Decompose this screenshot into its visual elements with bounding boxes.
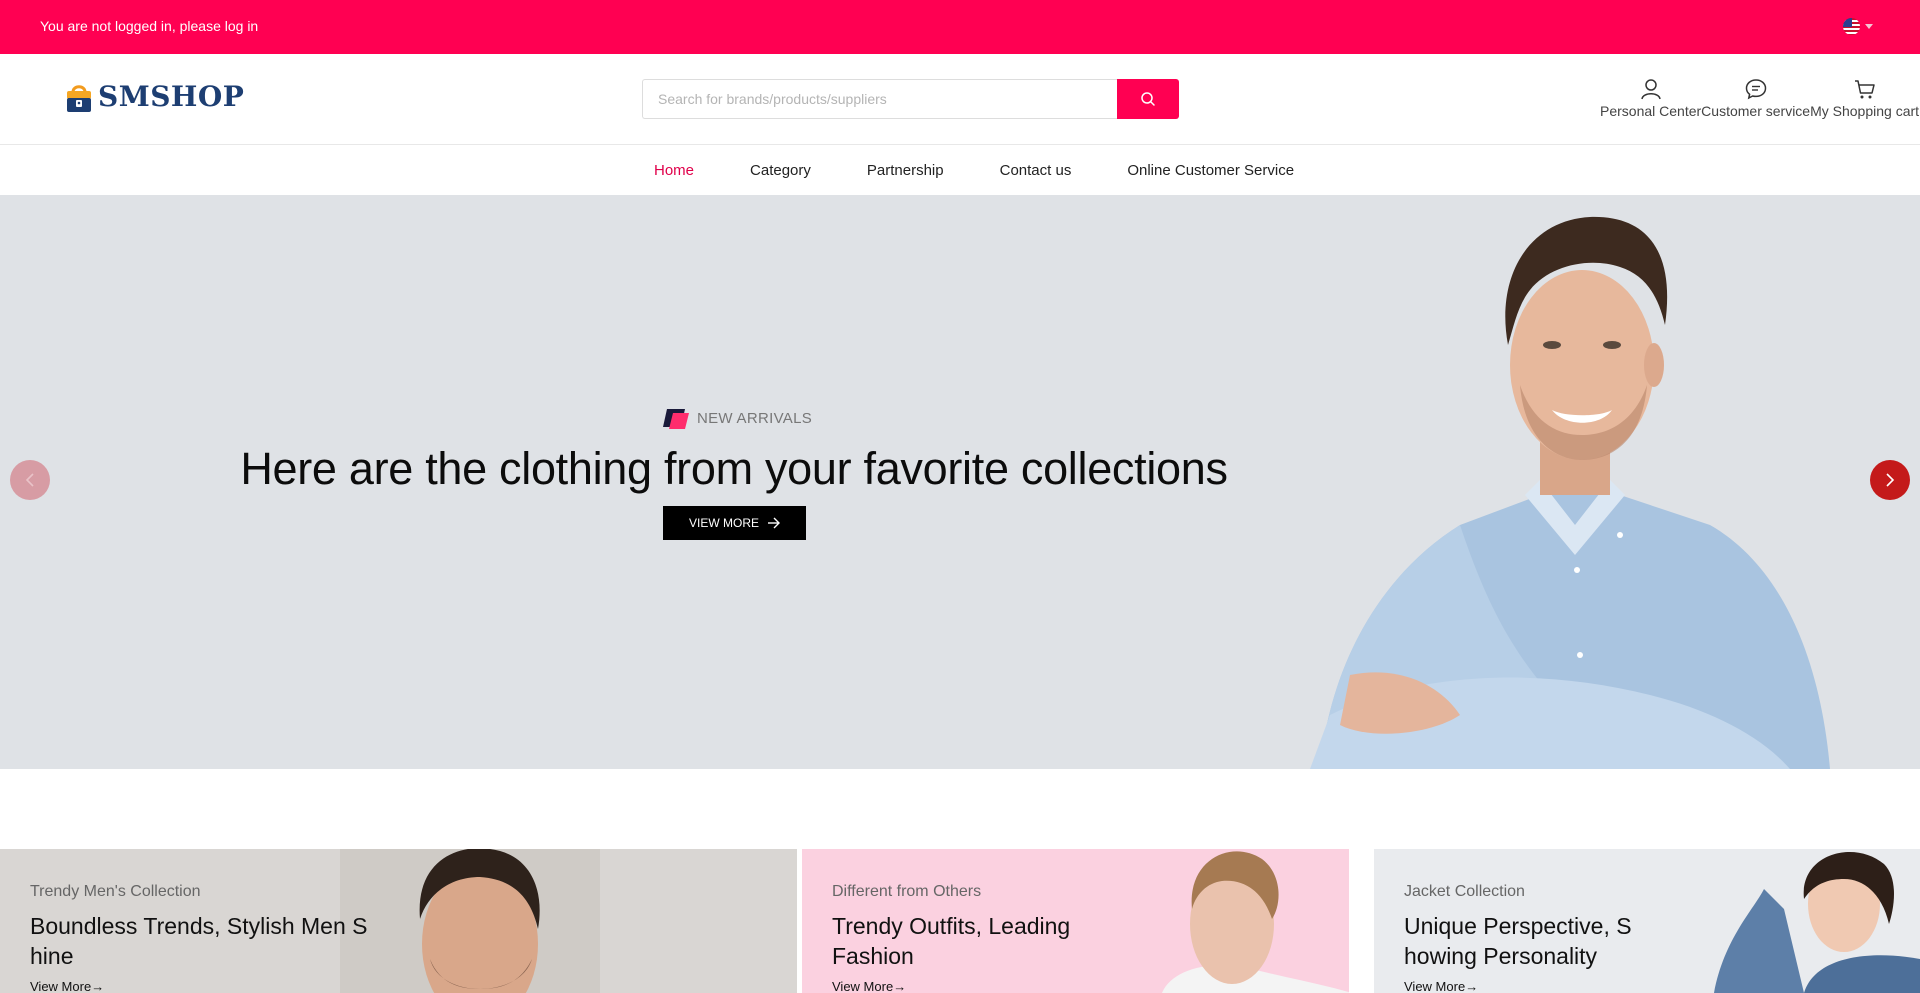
mens-collection-image (340, 849, 600, 993)
card-title: Boundless Trends, Stylish Men S hine (30, 913, 368, 969)
card-subtitle: Different from Others (832, 883, 982, 900)
main-nav: Home Category Partnership Contact us Onl… (0, 146, 1920, 195)
chevron-left-icon (25, 473, 34, 487)
chevron-down-icon (1865, 24, 1873, 29)
top-bar: You are not logged in, please log in (0, 0, 1920, 54)
hero-title: Here are the clothing from your favorite… (240, 443, 1228, 494)
hero-tag-label: NEW ARRIVALS (697, 409, 813, 427)
search-input[interactable] (642, 79, 1117, 119)
personal-center-link[interactable]: Personal Center (1600, 78, 1701, 119)
shopping-cart-label: My Shopping cart (1810, 103, 1920, 119)
cart-icon (1854, 80, 1875, 99)
promo-cards: Trendy Men's Collection Boundless Trends… (0, 849, 1920, 993)
promo-card-mens[interactable]: Trendy Men's Collection Boundless Trends… (0, 849, 797, 993)
customer-service-link[interactable]: Customer service (1701, 78, 1810, 119)
view-more-button[interactable]: VIEW MORE (663, 506, 806, 540)
card-title: Trendy Outfits, Leading Fashion (832, 913, 1071, 969)
nav-item-home[interactable]: Home (654, 162, 694, 179)
chevron-right-icon (1886, 473, 1895, 487)
card-view-more-link[interactable]: View More→ (1404, 979, 1478, 993)
hero-banner: NEW ARRIVALS Here are the clothing from … (0, 195, 1920, 769)
arrow-right-icon (768, 517, 780, 529)
search-button[interactable] (1117, 79, 1179, 119)
trendy-outfits-image (1122, 849, 1349, 993)
header: SMSHOP Personal Center Customer service (0, 54, 1920, 145)
search-icon (1141, 92, 1155, 106)
card-subtitle: Trendy Men's Collection (30, 883, 201, 900)
personal-center-label: Personal Center (1600, 103, 1702, 119)
card-view-more-label: View More (1404, 979, 1466, 993)
nav-item-category[interactable]: Category (750, 162, 811, 179)
shopping-cart-link[interactable]: My Shopping cart (1810, 78, 1919, 119)
jacket-collection-image (1694, 849, 1920, 993)
shopping-bag-logo-icon (67, 84, 91, 112)
view-more-label: VIEW MORE (688, 516, 759, 530)
customer-service-label: Customer service (1701, 103, 1811, 119)
search-bar (642, 79, 1179, 119)
nav-item-partnership[interactable]: Partnership (867, 162, 944, 179)
card-view-more-label: View More (30, 979, 92, 993)
login-prompt-link[interactable]: You are not logged in, please log in (40, 18, 258, 34)
header-links: Personal Center Customer service My Shop… (1600, 78, 1919, 119)
logo-text: SMSHOP (98, 80, 245, 113)
card-view-more-link[interactable]: View More→ (30, 979, 104, 993)
user-icon (1640, 79, 1661, 100)
card-title: Unique Perspective, S howing Personality (1404, 913, 1632, 969)
logo[interactable]: SMSHOP (64, 80, 244, 113)
carousel-prev-button[interactable] (10, 460, 50, 500)
arrow-right-icon: → (91, 979, 105, 993)
nav-item-online-customer-service[interactable]: Online Customer Service (1127, 162, 1294, 179)
carousel-next-button[interactable] (1870, 460, 1910, 500)
promo-card-trendy-outfits[interactable]: Different from Others Trendy Outfits, Le… (802, 849, 1349, 993)
card-view-more-link[interactable]: View More→ (832, 979, 906, 993)
chat-icon (1745, 79, 1766, 100)
card-view-more-label: View More (832, 979, 894, 993)
nav-item-contact-us[interactable]: Contact us (1000, 162, 1072, 179)
arrow-right-icon: → (1465, 979, 1479, 993)
language-selector[interactable] (1843, 18, 1873, 35)
new-arrivals-tag: NEW ARRIVALS (663, 407, 812, 429)
arrow-right-icon: → (893, 979, 907, 993)
promo-card-jacket[interactable]: Jacket Collection Unique Perspective, S … (1374, 849, 1920, 993)
us-flag-icon (1843, 18, 1860, 35)
tag-logo-icon (663, 409, 689, 429)
card-subtitle: Jacket Collection (1404, 883, 1525, 900)
